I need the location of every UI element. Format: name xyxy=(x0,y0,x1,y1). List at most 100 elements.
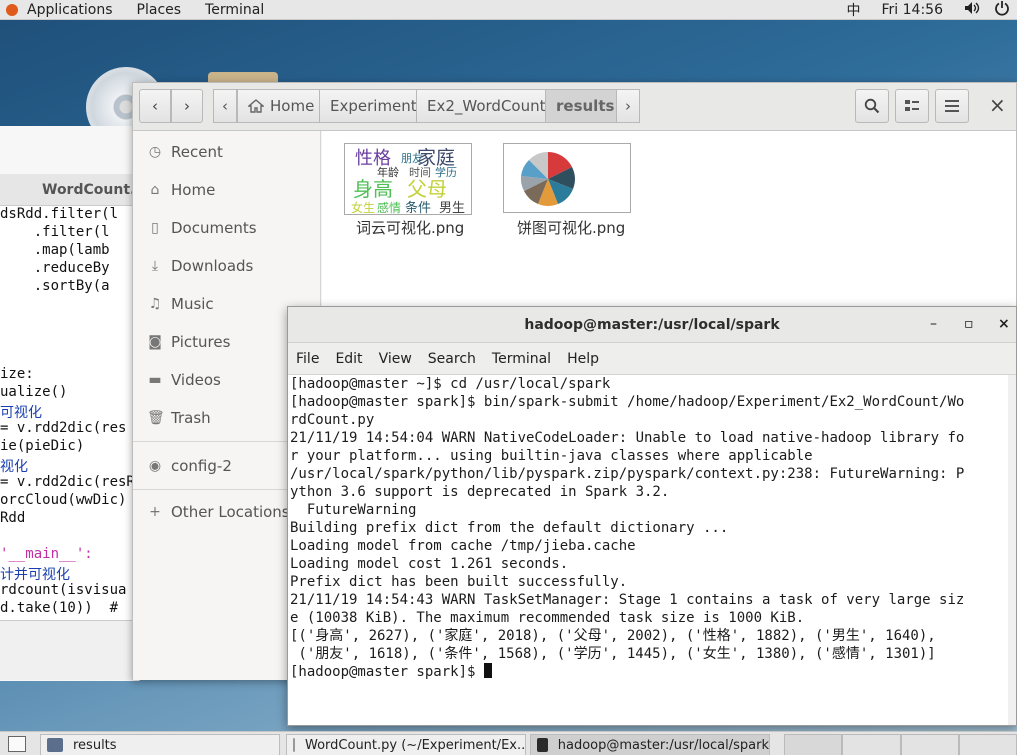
cloud-word: 身高 xyxy=(353,177,393,201)
sidebar-item-trash[interactable]: 🗑 Trash xyxy=(147,409,211,427)
file-name[interactable]: 饼图可视化.png xyxy=(517,217,625,238)
crumb-scroll-left[interactable]: ‹ xyxy=(213,89,237,123)
sidebar-label: Documents xyxy=(171,219,257,237)
sidebar-item-recent[interactable]: ◷ Recent xyxy=(147,143,223,161)
code-comment: 视化 xyxy=(0,459,28,475)
terminal-line: rdCount.py xyxy=(290,412,375,428)
input-method-indicator[interactable]: 中 xyxy=(840,0,868,20)
terminal-prompt-line[interactable]: [hadoop@master spark]$ xyxy=(290,663,1008,681)
clock[interactable]: Fri 14:56 xyxy=(868,2,957,18)
sidebar-item-home[interactable]: ⌂ Home xyxy=(147,181,216,199)
sidebar-item-downloads[interactable]: ⤓ Downloads xyxy=(147,257,254,275)
taskbar-label: hadoop@master:/usr/local/spark xyxy=(557,737,769,753)
terminal-line: Loading model from cache /tmp/jieba.cach… xyxy=(290,538,636,554)
cloud-word: 时间 xyxy=(409,166,431,179)
workspace-1[interactable] xyxy=(784,734,843,755)
crumb-home[interactable]: Home xyxy=(237,89,326,123)
terminal-icon xyxy=(537,738,548,752)
maximize-button[interactable]: ▫ xyxy=(964,316,974,332)
plus-icon: + xyxy=(149,504,161,520)
minimize-button[interactable]: – xyxy=(930,316,937,332)
workspace-4[interactable] xyxy=(958,734,1017,755)
code-line: ize: xyxy=(0,366,34,382)
code-comment: 计并可视化 xyxy=(0,567,70,583)
prompt: [hadoop@master spark]$ xyxy=(290,664,484,680)
sidebar-item-config-2[interactable]: ◉ config-2 xyxy=(147,457,232,475)
workspace-3[interactable] xyxy=(900,734,959,755)
power-icon[interactable] xyxy=(987,0,1017,20)
workspace-2[interactable] xyxy=(842,734,901,755)
back-button[interactable]: ‹ xyxy=(139,89,171,123)
applications-label: Applications xyxy=(27,1,113,18)
code-line: .filter(l xyxy=(0,224,110,240)
editor-window: WordCount.p dsRdd.filter(l .filter(l .ma… xyxy=(0,126,145,681)
terminal-line: ython 3.6 support is deprecated in Spark… xyxy=(290,484,670,500)
crumb-ex2-wordcount[interactable]: Ex2_WordCount xyxy=(416,89,557,123)
camera-icon: ◙ xyxy=(148,334,162,350)
cloud-word: 朋友 xyxy=(401,151,423,165)
menu-search[interactable]: Search xyxy=(420,351,484,367)
code-line: = v.rdd2dic(resR xyxy=(0,474,135,490)
menu-edit[interactable]: Edit xyxy=(327,351,370,367)
music-icon: ♫ xyxy=(148,296,162,312)
taskbar-item-terminal[interactable]: hadoop@master:/usr/local/spark xyxy=(530,734,770,755)
sidebar-label: Home xyxy=(171,181,216,199)
terminal-output[interactable]: [hadoop@master ~]$ cd /usr/local/spark [… xyxy=(290,375,1008,725)
disc-icon: ◉ xyxy=(148,458,162,474)
crumb-results[interactable]: results xyxy=(545,89,626,123)
sidebar-item-other-locations[interactable]: + Other Locations xyxy=(147,503,290,521)
menu-view[interactable]: View xyxy=(371,351,420,367)
file-manager-icon xyxy=(47,738,63,752)
code-line: .sortBy(a xyxy=(0,278,110,294)
terminal-menu[interactable]: Terminal xyxy=(193,0,276,20)
taskbar-item-editor[interactable]: WordCount.py (~/Experiment/Ex... xyxy=(286,734,526,755)
cloud-word: 年龄 xyxy=(377,165,399,179)
sidebar-label: Music xyxy=(171,295,214,313)
wordcloud-thumbnail[interactable]: 性格 家庭 身高 父母 年龄 朋友 学历 女生 感情 条件 男生 时间 xyxy=(344,143,472,215)
show-desktop-icon[interactable] xyxy=(8,736,26,752)
crumb-scroll-right[interactable]: › xyxy=(616,89,640,123)
file-name[interactable]: 词云可视化.png xyxy=(356,217,464,238)
cloud-word: 学历 xyxy=(435,165,457,179)
crumb-experiment[interactable]: Experiment xyxy=(319,89,428,123)
search-button[interactable] xyxy=(855,89,889,123)
pie-chart-thumbnail[interactable] xyxy=(503,143,631,213)
places-menu[interactable]: Places xyxy=(125,0,194,20)
taskbar-item-results[interactable]: results xyxy=(40,734,280,755)
workspace-switcher[interactable] xyxy=(784,734,1017,755)
taskbar: results WordCount.py (~/Experiment/Ex...… xyxy=(0,731,1017,755)
terminal-scrollbar[interactable] xyxy=(1008,375,1016,725)
text-editor-icon xyxy=(293,738,295,752)
code-line: Rdd xyxy=(0,510,26,526)
applications-menu[interactable]: Applications xyxy=(0,0,125,20)
editor-tab[interactable]: WordCount.p xyxy=(42,182,145,198)
terminal-line: [hadoop@master ~]$ cd /usr/local/spark xyxy=(290,376,611,392)
forward-button[interactable]: › xyxy=(171,89,203,123)
back-icon: ‹ xyxy=(152,97,158,115)
sidebar-label: Downloads xyxy=(171,257,254,275)
sidebar-item-documents[interactable]: ▯ Documents xyxy=(147,219,257,237)
menu-help[interactable]: Help xyxy=(559,351,607,367)
code-area[interactable]: dsRdd.filter(l .filter(l .map(lamb .redu… xyxy=(0,206,140,623)
menu-button[interactable] xyxy=(935,89,969,123)
cloud-word: 女生 xyxy=(351,200,375,215)
close-window-button[interactable]: × xyxy=(989,93,1006,117)
terminal-line: Loading model cost 1.261 seconds. xyxy=(290,556,569,572)
home-icon xyxy=(248,99,264,113)
sidebar-item-pictures[interactable]: ◙ Pictures xyxy=(147,333,230,351)
close-button[interactable]: × xyxy=(998,316,1010,332)
sidebar-item-music[interactable]: ♫ Music xyxy=(147,295,214,313)
volume-icon[interactable] xyxy=(957,1,987,19)
code-line: orcCloud(wwDic) xyxy=(0,492,127,508)
menu-file[interactable]: File xyxy=(288,351,327,367)
menu-terminal[interactable]: Terminal xyxy=(484,351,559,367)
download-icon: ⤓ xyxy=(151,258,159,274)
cloud-word: 感情 xyxy=(377,200,401,215)
terminal-line: [hadoop@master spark]$ bin/spark-submit … xyxy=(290,394,965,410)
cloud-word: 父母 xyxy=(407,177,447,201)
sidebar-label: Other Locations xyxy=(171,503,290,521)
sidebar-item-videos[interactable]: ▬ Videos xyxy=(147,371,220,389)
view-toggle-button[interactable] xyxy=(895,89,929,123)
crumb-label: Home xyxy=(270,97,315,115)
terminal-line: e (10038 KiB). The maximum recommended t… xyxy=(290,610,805,626)
